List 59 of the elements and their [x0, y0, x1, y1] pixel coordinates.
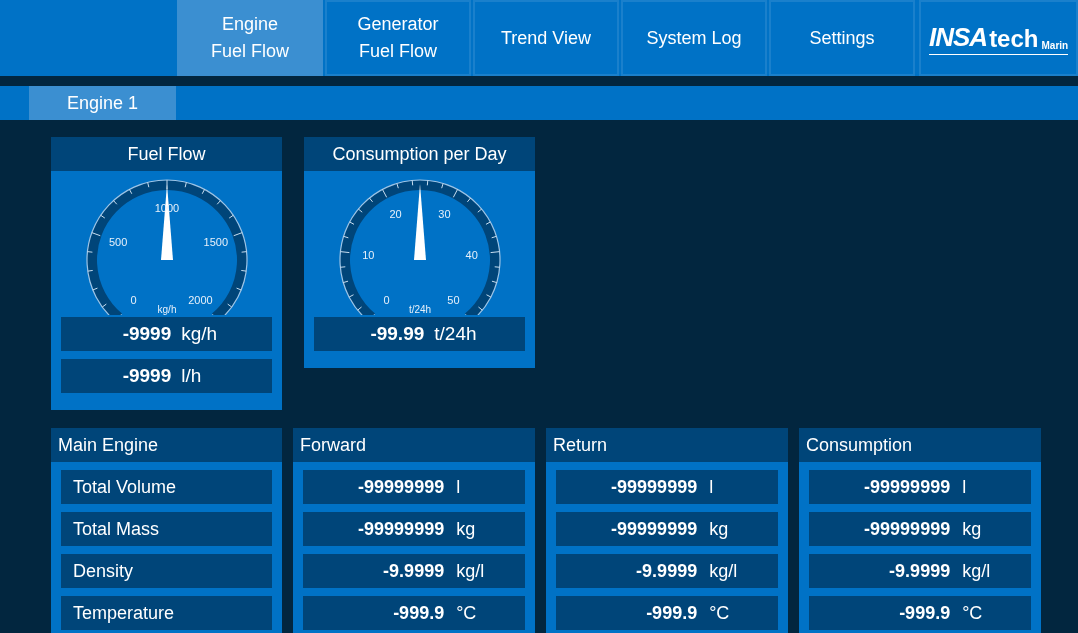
reading-unit: t/24h [434, 323, 478, 345]
value-number: -999.9 [645, 602, 699, 624]
value-unit: kg [709, 518, 730, 540]
value-number: -99999999 [357, 476, 446, 498]
panel-title: Forward [293, 428, 535, 462]
value-unit: kg [962, 518, 983, 540]
reading-unit: l/h [181, 365, 203, 387]
nav-tab[interactable]: Trend View [473, 0, 619, 76]
nav-tab[interactable]: Settings [769, 0, 915, 76]
scale-label: 50 [446, 293, 460, 306]
value-unit: kg/l [709, 560, 739, 582]
nav-tab[interactable]: Generator Fuel Flow [325, 0, 471, 76]
scale-label: 40 [465, 248, 478, 261]
unit-label: kg/h [157, 304, 176, 315]
scale-label: 500 [108, 236, 127, 249]
value-number: -99999999 [357, 518, 446, 540]
nav-tab[interactable]: System Log [621, 0, 767, 76]
value-unit: °C [709, 602, 731, 624]
value-number: -99999999 [610, 476, 699, 498]
brand-logo: INSAtech Marin [929, 21, 1069, 55]
value-number: -9.9999 [635, 560, 699, 582]
scale-label: 0 [130, 293, 137, 306]
reading-value: -9999 [121, 365, 173, 387]
panel-title: Consumption [799, 428, 1041, 462]
engine-tab[interactable]: Engine 1 [29, 86, 176, 120]
panel-title: Main Engine [51, 428, 282, 462]
row-label: Temperature [61, 596, 272, 630]
value-number: -9.9999 [382, 560, 446, 582]
value-unit: kg [456, 518, 477, 540]
value-unit: kg/l [456, 560, 486, 582]
reading-unit: kg/h [181, 323, 219, 345]
scale-label: 1500 [203, 236, 228, 249]
reading-value: -99.99 [369, 323, 426, 345]
nav-tab[interactable]: Engine Fuel Flow [177, 0, 323, 76]
value-number: -99999999 [863, 476, 952, 498]
scale-label: 2000 [187, 293, 213, 306]
value-number: -999.9 [392, 602, 446, 624]
panel-title: Return [546, 428, 788, 462]
scale-label: 20 [388, 208, 402, 221]
scale-label: 0 [383, 293, 390, 306]
value-unit: l [709, 476, 715, 498]
value-number: -99999999 [863, 518, 952, 540]
scale-label: 10 [361, 248, 374, 261]
value-number: -9.9999 [888, 560, 952, 582]
reading-value: -9999 [121, 323, 173, 345]
row-label: Density [61, 554, 272, 588]
unit-label: t/24h [408, 304, 431, 315]
value-unit: l [962, 476, 968, 498]
value-unit: °C [456, 602, 478, 624]
value-number: -999.9 [898, 602, 952, 624]
value-number: -99999999 [610, 518, 699, 540]
value-unit: l [456, 476, 462, 498]
row-label: Total Volume [61, 470, 272, 504]
value-unit: °C [962, 602, 984, 624]
card-title: Fuel Flow [51, 137, 282, 171]
row-label: Total Mass [61, 512, 272, 546]
scale-label: 30 [437, 208, 451, 221]
card-title: Consumption per Day [304, 137, 535, 171]
value-unit: kg/l [962, 560, 992, 582]
